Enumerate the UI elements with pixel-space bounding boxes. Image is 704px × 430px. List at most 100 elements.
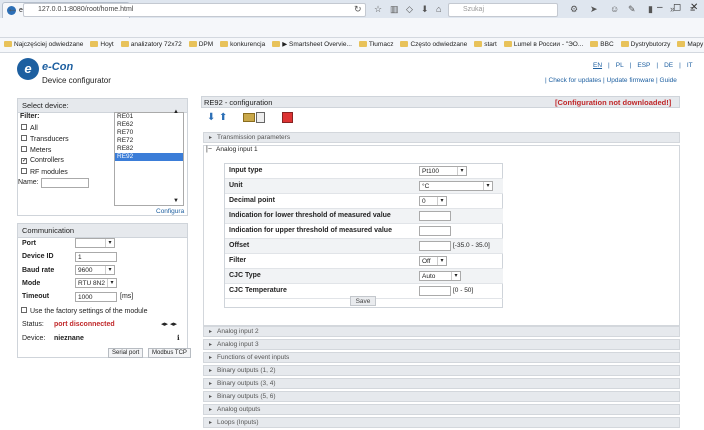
filter-transducers[interactable]: Transducers bbox=[21, 135, 69, 146]
mode-select[interactable]: RTU 8N2 ▾ bbox=[75, 278, 117, 288]
serial-port-button[interactable]: Serial port bbox=[108, 348, 144, 358]
bookmark-item[interactable]: Najczęściej odwiedzane bbox=[4, 38, 83, 52]
language-de[interactable]: DE bbox=[664, 62, 673, 69]
device-id-input[interactable]: 1 bbox=[75, 252, 117, 262]
back-icon[interactable]: ← bbox=[7, 3, 18, 15]
bookmark-item[interactable]: BBC bbox=[590, 38, 614, 52]
minimize-icon[interactable]: – bbox=[657, 2, 663, 13]
language-pl[interactable]: PL bbox=[616, 62, 624, 69]
row-select[interactable]: Off ▾ bbox=[419, 256, 447, 266]
mode-label: Mode bbox=[22, 280, 41, 287]
row-input[interactable] bbox=[419, 241, 451, 251]
port-select[interactable]: ▾ bbox=[75, 238, 115, 248]
checkbox[interactable] bbox=[21, 146, 27, 152]
row-select[interactable]: Auto ▾ bbox=[419, 271, 461, 281]
bookmark-item[interactable]: Mapy bbox=[677, 38, 703, 52]
library-icon[interactable]: ▥ bbox=[390, 4, 399, 15]
bookmark-item[interactable]: ▶ Smartsheet Overvie... bbox=[272, 38, 352, 52]
device-list[interactable]: RE01 RE62 RE70 RE72 RE82 RE92 bbox=[114, 112, 184, 206]
section-header[interactable]: Binary outputs (1, 2) bbox=[203, 365, 680, 376]
device-list-item[interactable]: RE92 bbox=[115, 153, 183, 161]
factory-settings-checkbox[interactable]: Use the factory settings of the module bbox=[21, 307, 148, 315]
analog-input-table: Input type Pt100 ▾ Unit °C ▾ Decimal point 0 ▾ In… bbox=[224, 163, 503, 308]
bookmark-item[interactable]: Dystrybutorzy bbox=[620, 38, 670, 52]
checkbox[interactable]: ✓ bbox=[21, 158, 27, 164]
pocket-icon[interactable]: ◇ bbox=[406, 4, 413, 15]
device-list-item[interactable]: RE72 bbox=[115, 137, 183, 145]
device-id-label: Device ID bbox=[22, 253, 54, 260]
section-header[interactable]: Analog input 2 bbox=[203, 326, 680, 337]
section-header[interactable]: Loops (Inputs) bbox=[203, 417, 680, 428]
row-select[interactable]: Pt100 ▾ bbox=[419, 166, 467, 176]
menu-icon[interactable]: ≡ bbox=[690, 4, 695, 14]
collapse-icon[interactable]: |− bbox=[206, 146, 212, 153]
section-header[interactable]: Analog input 3 bbox=[203, 339, 680, 350]
row-input[interactable] bbox=[419, 226, 451, 236]
overflow-icon[interactable]: » bbox=[670, 4, 675, 14]
download-arrow-icon[interactable]: ⬇ bbox=[207, 112, 215, 123]
search-bar[interactable]: Szukaj bbox=[448, 3, 558, 17]
chat-icon[interactable]: ☺ bbox=[610, 4, 619, 14]
list-scroll-up-icon[interactable]: ▲ bbox=[173, 109, 179, 115]
checkbox[interactable] bbox=[21, 135, 27, 141]
config-row: Unit °C ▾ bbox=[225, 179, 503, 194]
name-filter-input[interactable] bbox=[41, 178, 89, 188]
section-header[interactable]: Binary outputs (5, 6) bbox=[203, 391, 680, 402]
bookmark-item[interactable]: analizatory 72x72 bbox=[120, 38, 182, 52]
report-icon[interactable] bbox=[282, 112, 293, 123]
list-scroll-down-icon[interactable]: ▼ bbox=[173, 198, 179, 204]
bookmark-item[interactable]: DPM bbox=[188, 38, 213, 52]
row-input[interactable] bbox=[419, 286, 451, 296]
language-esp[interactable]: ESP bbox=[637, 62, 650, 69]
row-select[interactable]: °C ▾ bbox=[419, 181, 493, 191]
save-button[interactable]: Save bbox=[350, 296, 376, 306]
folder-icon bbox=[220, 41, 229, 47]
configure-link[interactable]: Configura bbox=[156, 208, 184, 215]
filter-label: Filter: bbox=[20, 113, 40, 120]
filter-controllers[interactable]: ✓ Controllers bbox=[21, 157, 69, 168]
row-select[interactable]: 0 ▾ bbox=[419, 196, 447, 206]
config-row: Indication for lower threshold of measur… bbox=[225, 209, 503, 224]
row-label: Indication for lower threshold of measur… bbox=[229, 212, 391, 219]
bookmark-item[interactable]: Lumel в России - "ЭО... bbox=[503, 38, 583, 52]
baud-select[interactable]: 9600 ▾ bbox=[75, 265, 115, 275]
device-list-item[interactable]: RE70 bbox=[115, 129, 183, 137]
modbus-tcp-button[interactable]: Modbus TCP bbox=[148, 348, 191, 358]
save-file-icon[interactable] bbox=[256, 112, 265, 123]
header-links[interactable]: | Check for updates | Update firmware | … bbox=[545, 77, 677, 84]
open-folder-icon[interactable] bbox=[243, 113, 255, 122]
info-icon[interactable]: ℹ bbox=[177, 334, 180, 342]
section-header[interactable]: Binary outputs (3, 4) bbox=[203, 378, 680, 389]
filter-all[interactable]: All bbox=[21, 124, 69, 135]
timeout-input[interactable]: 1000 bbox=[75, 292, 117, 302]
row-label: Unit bbox=[229, 182, 243, 189]
analog-input-1-header[interactable]: Analog input 1 bbox=[203, 145, 680, 156]
download-icon[interactable]: ⬇ bbox=[421, 4, 429, 15]
send-icon[interactable]: ➤ bbox=[590, 4, 598, 15]
bookmark-item[interactable]: start bbox=[474, 38, 497, 52]
bookmark-star-icon[interactable]: ☆ bbox=[374, 4, 382, 15]
upload-arrow-icon[interactable]: ⬆ bbox=[219, 112, 227, 123]
checkbox[interactable] bbox=[21, 168, 27, 174]
bookmark-item[interactable]: Hoyt bbox=[90, 38, 114, 52]
row-input[interactable] bbox=[419, 211, 451, 221]
reload-icon[interactable]: ↻ bbox=[354, 4, 362, 15]
language-en[interactable]: EN bbox=[593, 62, 602, 69]
url-bar[interactable]: 127.0.0.1:8080/root/home.html bbox=[23, 3, 366, 17]
bookmark-item[interactable]: konkurencja bbox=[220, 38, 265, 52]
extension-icon[interactable]: ▮ bbox=[648, 4, 653, 15]
language-it[interactable]: IT bbox=[687, 62, 693, 69]
filter-meters[interactable]: Meters bbox=[21, 146, 69, 157]
checkbox[interactable] bbox=[21, 124, 27, 130]
device-list-item[interactable]: RE82 bbox=[115, 145, 183, 153]
home-icon[interactable]: ⌂ bbox=[436, 4, 441, 14]
section-header[interactable]: Functions of event inputs bbox=[203, 352, 680, 363]
puzzle-icon[interactable]: ✎ bbox=[628, 4, 636, 15]
gear-icon[interactable]: ⚙ bbox=[570, 4, 578, 15]
section-header[interactable]: Analog outputs bbox=[203, 404, 680, 415]
status-label: Status: bbox=[22, 321, 44, 328]
bookmark-item[interactable]: Często odwiedzane bbox=[400, 38, 467, 52]
device-list-item[interactable]: RE62 bbox=[115, 121, 183, 129]
section-header[interactable]: Transmission parameters bbox=[203, 132, 680, 143]
bookmark-item[interactable]: Tłumacz bbox=[358, 38, 393, 52]
